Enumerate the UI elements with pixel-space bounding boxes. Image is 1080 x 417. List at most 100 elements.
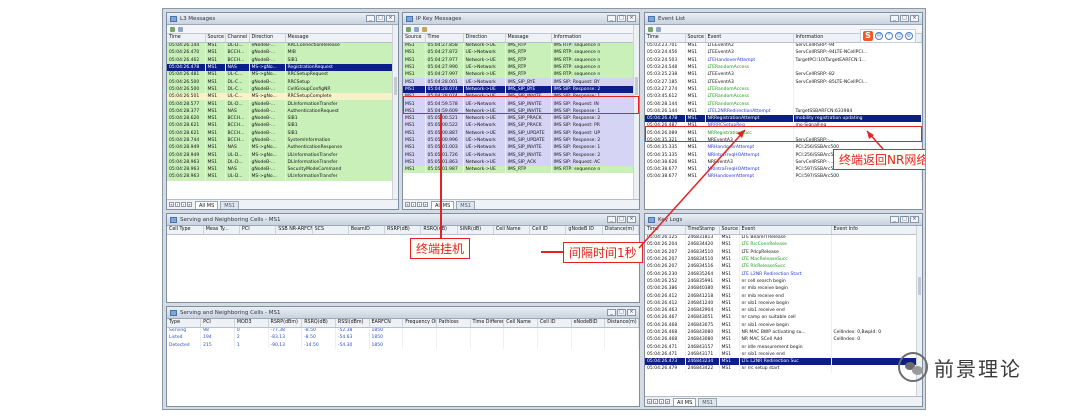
minimize-button[interactable]: _ (607, 15, 616, 22)
table-row[interactable]: 05:04:28.621 MS1 BCCH... gNodeB-... SIB1 (167, 129, 398, 137)
table-row[interactable]: 05:03:45.612 MS1 LTERandomAccess (645, 93, 922, 101)
column-header[interactable]: EARFCN (369, 319, 404, 328)
table-row[interactable]: MS1 05:04:27.858 Network->UE IMS_RTP IMS RTP… (403, 42, 639, 50)
table-row[interactable]: 05:03:27.274 MS1 LTERandomAccess (645, 85, 922, 94)
column-header[interactable]: Time (425, 34, 464, 43)
last-tab-icon[interactable]: » (665, 399, 670, 404)
table-row[interactable]: 05:04:28.144 MS1 LTERandomAccess (645, 100, 922, 108)
close-button[interactable]: × (386, 15, 395, 22)
table-row[interactable]: MS1 05:04:27.872 UE->Network IMS_RTP IMS RTP… (403, 49, 639, 57)
table-row[interactable]: 05:04:26.500 MS1 DL-C... gNodeB-... CellGrou… (167, 85, 398, 94)
column-header[interactable]: Direction (249, 34, 286, 43)
table-row[interactable]: 05:04:28.744 MS1 BCCH... gNodeB-... SystemIn… (167, 136, 398, 145)
column-header[interactable]: Distance(m) (604, 319, 639, 328)
column-header[interactable]: Direction (463, 34, 506, 43)
table-row[interactable]: MS1 05:05:00.887 Network->UE IMS_SIP_UPDATE… (403, 129, 639, 137)
first-tab-icon[interactable]: « (169, 202, 174, 207)
table-row[interactable]: 05:04:26.386 246840380 MS1 nr mib receive b… (645, 285, 922, 293)
close-button[interactable]: × (627, 15, 636, 22)
table-row[interactable]: 05:04:26.468 246843080 MS1 NR MAC SCell Add… (645, 336, 922, 344)
table-row[interactable]: Listed 194 2 -83.13 -8.50 -54.63 1850 (167, 334, 639, 342)
table-row[interactable]: MS1 05:05:00.522 UE->Network IMS_SIP_PRACK I… (403, 122, 639, 130)
table-row[interactable]: 05:04:26.144 MS1 DL-D... eNodeB-... RRCConne… (167, 42, 398, 50)
column-header[interactable]: Cell Name (493, 226, 531, 235)
language-icon[interactable]: 中 (875, 32, 883, 40)
table-row[interactable]: 05:04:26.500 MS1 DL-C... gNodeB-... RRCSetup (167, 78, 398, 86)
next-tab-icon[interactable]: › (181, 202, 186, 207)
column-header[interactable]: SCS (312, 226, 349, 235)
filter-icon[interactable] (170, 26, 175, 32)
table-row[interactable]: 05:03:24.548 MS1 LTERandomAccess (645, 63, 922, 72)
column-header[interactable]: SSB NR-ARFCN (275, 226, 313, 235)
prev-tab-icon[interactable]: ‹ (175, 202, 180, 207)
punctuation-icon[interactable]: ° (885, 32, 893, 40)
table-row[interactable]: 05:04:28.963 MS1 NAS gNodeB-... SecurityMode… (167, 166, 398, 174)
table-row[interactable]: 05:04:26.501 MS1 UL-C... MS->gNo... RRCSetup… (167, 93, 398, 101)
table-row[interactable]: 05:03:23.701 MS1 LTEEventA2 ServCellRSRP:-9… (645, 42, 922, 50)
column-header[interactable]: BeamID (348, 226, 386, 235)
table-row[interactable]: 05:04:28.949 MS1 NAS MS->gNo... Authenticati… (167, 144, 398, 152)
table-row[interactable]: 05:04:28.577 MS1 DL-D... gNodeB-... DLInform… (167, 100, 398, 108)
table-row[interactable]: 05:04:26.207 246834510 MS1 LTE MacReleaseSu… (645, 255, 922, 264)
table-row[interactable]: 05:04:26.462 MS1 BCCH... gNodeB-... SIB1 (167, 56, 398, 64)
tab-all-ms[interactable]: All MS (431, 200, 455, 209)
emoji-icon[interactable]: ☺ (895, 32, 903, 40)
column-header[interactable]: Time (167, 34, 206, 43)
column-header[interactable]: Time (645, 34, 686, 43)
maximize-button[interactable]: □ (617, 15, 626, 22)
table-row[interactable]: MS1 05:05:01.987 Network->UE IMS_RTP IMS RTP… (403, 166, 639, 174)
table-row[interactable]: 05:03:25.238 MS1 LTEEventA3 ServCellRSRP:-8… (645, 71, 922, 79)
column-header[interactable]: Type (167, 319, 202, 328)
table-row[interactable]: 05:04:26.478 MS1 NRRegistrationAttempt mobi… (645, 114, 922, 123)
table-row[interactable]: 05:03:27.185 MS1 LTEEventA3 ServCellRSRP:-8… (645, 78, 922, 86)
column-header[interactable]: Cell Type (167, 226, 204, 235)
column-header[interactable]: RSSI(dBm) (335, 319, 370, 328)
close-button[interactable]: × (910, 15, 919, 22)
ime-toolbar[interactable]: S 中 ° ☺ ⚙ (860, 29, 916, 43)
maximize-button[interactable]: □ (376, 15, 385, 22)
prev-tab-icon[interactable]: ‹ (411, 202, 416, 207)
column-header[interactable]: Information (551, 34, 639, 43)
column-header[interactable]: RSRP(dBm) (268, 319, 303, 328)
table-row[interactable]: MS1 05:04:27.977 Network->UE IMS_RTP IMS RTP… (403, 56, 639, 64)
column-header[interactable]: Time Difference(Ts) (470, 319, 505, 328)
filter-icon[interactable] (406, 26, 411, 32)
minimize-button[interactable]: _ (607, 309, 616, 316)
column-header[interactable]: Frequency Offset(Hz) (402, 319, 437, 328)
table-row[interactable]: MS1 05:04:27.990 UE->Network IMS_RTP IMS RTP… (403, 63, 639, 72)
table-row[interactable]: 05:04:26.471 246843157 MS1 nr idle measurem… (645, 343, 922, 351)
minimize-button[interactable]: _ (607, 216, 616, 223)
table-row[interactable]: MS1 05:05:00.521 Network->UE IMS_SIP_PRACK I… (403, 114, 639, 123)
next-tab-icon[interactable]: › (417, 202, 422, 207)
table-row[interactable]: 05:04:26.478 MS1 NAS MS->gNo... Registration… (167, 63, 398, 72)
table-row[interactable]: MS1 05:04:27.997 Network->UE IMS_RTP IMS RTP… (403, 71, 639, 79)
table-row[interactable]: 05:04:26.468 246843080 MS1 NR MAC BWP activ… (645, 328, 922, 337)
filter-icon[interactable] (648, 26, 653, 32)
column-header[interactable]: Source (205, 34, 226, 43)
next-tab-icon[interactable]: › (659, 399, 664, 404)
table-row[interactable]: 05:04:26.470 MS1 BCCH... gNodeB-... MIB (167, 49, 398, 57)
table-row[interactable]: 05:04:28.377 MS1 NAS gNodeB-... Authenticati… (167, 107, 398, 115)
table-row[interactable]: 05:04:26.412 246841240 MS1 nr sib1 receive … (645, 299, 922, 307)
last-tab-icon[interactable]: » (423, 202, 428, 207)
maximize-button[interactable]: □ (617, 216, 626, 223)
find-icon[interactable] (414, 26, 419, 32)
maximize-button[interactable]: □ (900, 216, 909, 223)
table-row[interactable]: 05:04:28.963 MS1 UL-D... MS->gNo... ULInform… (167, 173, 398, 181)
column-header[interactable]: MOD3 (234, 319, 269, 328)
find-icon[interactable] (656, 26, 661, 32)
column-header[interactable]: gNodeB ID (565, 226, 603, 235)
table-row[interactable]: 05:04:28.621 MS1 BCCH... gNodeB-... SIB1 (167, 122, 398, 130)
minimize-button[interactable]: _ (890, 15, 899, 22)
column-header[interactable]: Channel (225, 34, 250, 43)
close-button[interactable]: × (910, 216, 919, 223)
column-header[interactable]: RSRQ(dB) (301, 319, 336, 328)
table-row[interactable]: 05:04:28.963 MS1 DL-D... gNodeB-... DLInform… (167, 158, 398, 167)
minimize-button[interactable]: _ (366, 15, 375, 22)
column-header[interactable]: Event Info (831, 226, 922, 235)
table-row[interactable]: Serving 98 0 -77.38 -8.50 -52.38 1850 (167, 327, 639, 335)
column-header[interactable]: Cell ID (529, 226, 567, 235)
prev-tab-icon[interactable]: ‹ (653, 399, 658, 404)
last-tab-icon[interactable]: » (187, 202, 192, 207)
column-header[interactable]: Source (403, 34, 426, 43)
